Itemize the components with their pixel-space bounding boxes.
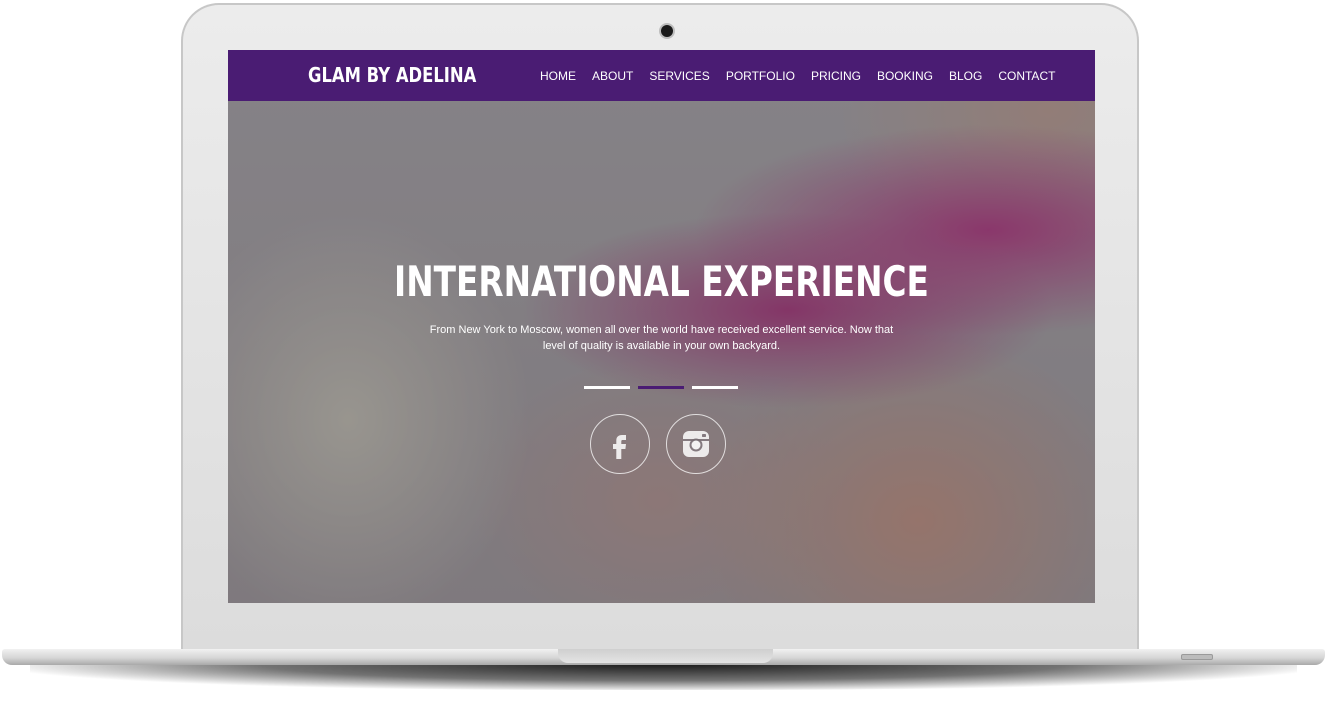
main-nav: HOME ABOUT SERVICES PORTFOLIO PRICING BO… (540, 69, 1055, 83)
laptop-opening-notch (558, 649, 773, 663)
facebook-link[interactable] (590, 414, 650, 474)
webcam (661, 25, 673, 37)
slider-dot-3[interactable] (692, 386, 738, 389)
nav-item-blog[interactable]: BLOG (949, 69, 982, 83)
nav-item-services[interactable]: SERVICES (649, 69, 709, 83)
slider-dot-2[interactable] (638, 386, 684, 389)
nav-item-home[interactable]: HOME (540, 69, 576, 83)
nav-item-portfolio[interactable]: PORTFOLIO (726, 69, 795, 83)
nav-item-pricing[interactable]: PRICING (811, 69, 861, 83)
brand-logo[interactable]: GLAM BY ADELINA (308, 63, 476, 87)
slider-dot-1[interactable] (584, 386, 630, 389)
hero-subtitle: From New York to Moscow, women all over … (429, 324, 894, 352)
site-header: GLAM BY ADELINA HOME ABOUT SERVICES PORT… (228, 50, 1095, 101)
hero-title: INTERNATIONAL EXPERIENCE (394, 257, 929, 306)
nav-item-about[interactable]: ABOUT (592, 69, 633, 83)
social-links (590, 414, 726, 474)
laptop-mockup: GLAM BY ADELINA HOME ABOUT SERVICES PORT… (0, 0, 1327, 716)
laptop-shadow (30, 664, 1297, 690)
nav-item-contact[interactable]: CONTACT (998, 69, 1055, 83)
facebook-icon (613, 435, 626, 459)
laptop-screen: GLAM BY ADELINA HOME ABOUT SERVICES PORT… (228, 50, 1095, 603)
nav-item-booking[interactable]: BOOKING (877, 69, 933, 83)
slider-indicators (584, 386, 738, 389)
instagram-icon (683, 431, 709, 457)
laptop-indicator (1181, 654, 1213, 660)
instagram-link[interactable] (666, 414, 726, 474)
